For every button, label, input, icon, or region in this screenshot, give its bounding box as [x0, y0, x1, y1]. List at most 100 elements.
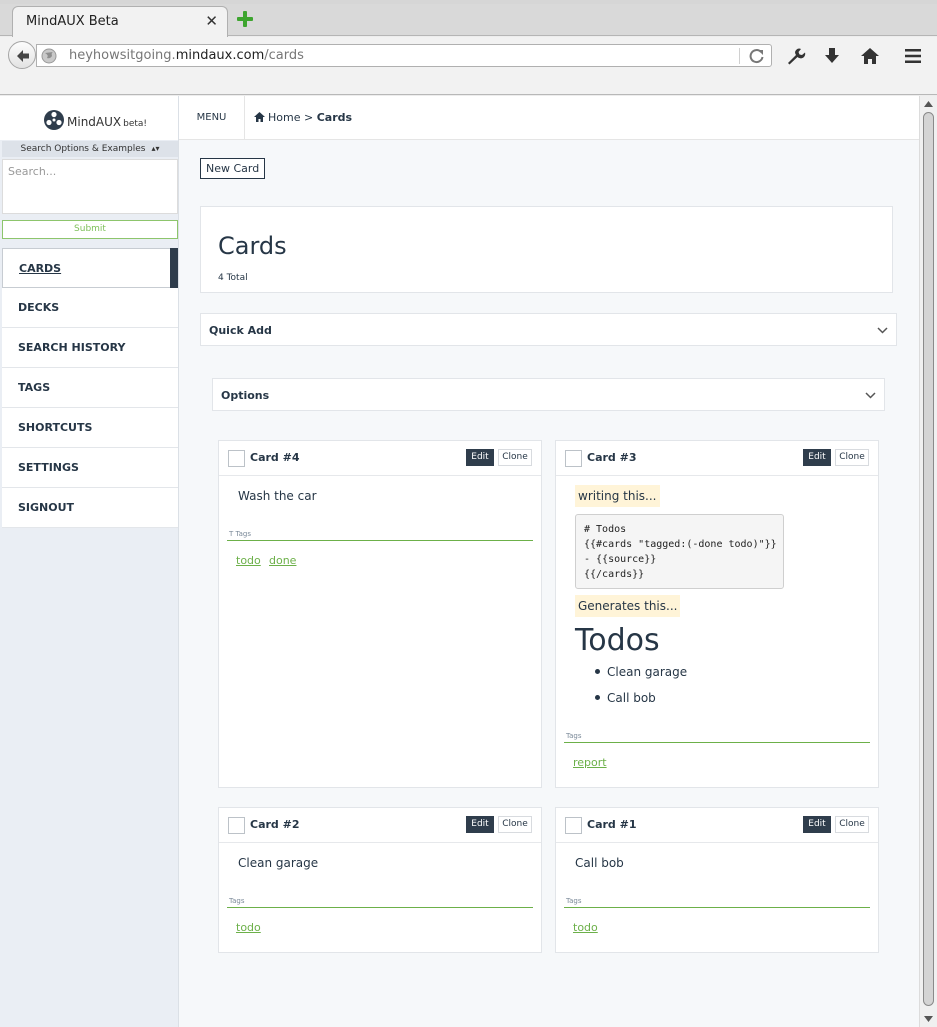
card-header: Card #1 Edit Clone — [556, 808, 878, 843]
tag-link[interactable]: done — [269, 554, 296, 567]
card: Card #4 Edit Clone Wash the car T Tags t… — [218, 440, 542, 788]
browser-tab-strip: MindAUX Beta ✕ — [0, 4, 937, 37]
page-content: MindAUX beta! Search Options & Examples ▴▾… — [0, 96, 919, 1027]
edit-button[interactable]: Edit — [803, 816, 831, 833]
tags-label: Tags — [566, 732, 582, 740]
clone-button[interactable]: Clone — [498, 816, 532, 833]
url-prefix: heyhowsitgoing. — [69, 48, 176, 63]
card-body: Clean garage — [238, 856, 319, 870]
sidebar-item-cards[interactable]: CARDS — [2, 248, 178, 288]
card: Card #3 Edit Clone writing this... # Tod… — [555, 440, 879, 788]
url-bar[interactable]: heyhowsitgoing.mindaux.com/cards — [36, 44, 772, 67]
highlight-intro: writing this... — [575, 485, 660, 507]
home-icon — [254, 112, 265, 122]
sidebar-item-signout[interactable]: SIGNOUT — [2, 488, 178, 528]
download-icon[interactable] — [821, 45, 843, 67]
card-title: Card #2 — [250, 818, 300, 831]
card-select-checkbox[interactable] — [228, 450, 245, 467]
clone-button[interactable]: Clone — [835, 449, 869, 466]
search-options-label: Search Options & Examples — [20, 144, 146, 154]
sidebar-item-settings[interactable]: SETTINGS — [2, 448, 178, 488]
new-card-button[interactable]: New Card — [200, 158, 266, 179]
submit-button[interactable]: Submit — [2, 220, 178, 239]
tag-link[interactable]: todo — [236, 554, 261, 567]
sidebar-item-decks[interactable]: DECKS — [2, 288, 178, 328]
url-text: heyhowsitgoing.mindaux.com/cards — [69, 48, 304, 63]
list-item: Clean garage — [595, 661, 687, 687]
options-panel[interactable]: Options — [212, 378, 885, 411]
edit-button[interactable]: Edit — [466, 816, 494, 833]
card-title: Card #4 — [250, 451, 300, 464]
hamburger-menu-icon[interactable] — [902, 45, 924, 67]
tag-link[interactable]: todo — [236, 921, 261, 934]
brand[interactable]: MindAUX beta! — [0, 96, 178, 140]
options-label: Options — [221, 389, 270, 402]
home-icon[interactable] — [859, 45, 881, 67]
quick-add-label: Quick Add — [209, 324, 272, 337]
brand-name: MindAUX beta! — [67, 115, 147, 129]
clone-button[interactable]: Clone — [835, 816, 869, 833]
sidebar-item-shortcuts[interactable]: SHORTCUTS — [2, 408, 178, 448]
breadcrumb-home-link[interactable]: Home — [268, 111, 300, 124]
code-block: # Todos {{#cards "tagged:(-done todo)"}}… — [575, 514, 784, 589]
quick-add-panel[interactable]: Quick Add — [200, 313, 897, 346]
edit-button[interactable]: Edit — [466, 449, 494, 466]
card: Card #1 Edit Clone Call bob Tags todo — [555, 807, 879, 953]
tag-link[interactable]: report — [573, 756, 607, 769]
card-header: Card #4 Edit Clone — [219, 441, 541, 476]
back-arrow-icon — [17, 50, 29, 62]
reload-icon[interactable] — [748, 47, 766, 65]
chevron-down-icon — [865, 392, 876, 399]
globe-icon — [41, 48, 57, 64]
edit-button[interactable]: Edit — [803, 449, 831, 466]
rendered-list: Clean garage Call bob — [595, 661, 687, 713]
brand-beta-tag: beta! — [123, 119, 148, 129]
search-input[interactable] — [2, 159, 178, 214]
tag-link[interactable]: todo — [573, 921, 598, 934]
url-host: mindaux.com — [175, 48, 265, 63]
tags-label: Tags — [566, 897, 582, 905]
tags-label: T Tags — [229, 530, 251, 538]
cards-total-count: 4 Total — [218, 273, 248, 283]
breadcrumb-separator: > — [303, 111, 314, 124]
mindaux-logo-icon — [44, 110, 64, 130]
page-scrollbar[interactable] — [919, 96, 937, 1027]
browser-tab-title: MindAUX Beta — [26, 14, 119, 29]
scrollbar-thumb[interactable] — [923, 112, 934, 1006]
tags-divider — [227, 907, 533, 908]
tags-divider — [227, 540, 533, 541]
card-select-checkbox[interactable] — [565, 817, 582, 834]
menu-button[interactable]: MENU — [179, 96, 245, 140]
card-title: Card #3 — [587, 451, 637, 464]
tags-divider — [564, 907, 870, 908]
breadcrumb-current: Cards — [316, 111, 353, 124]
card-body: Call bob — [575, 856, 624, 870]
tags-divider — [564, 742, 870, 743]
breadcrumb: Home > Cards — [254, 111, 352, 124]
close-tab-icon[interactable]: ✕ — [205, 12, 218, 30]
sort-arrows-icon: ▴▾ — [151, 144, 160, 153]
card-body: Wash the car — [238, 489, 317, 503]
card-select-checkbox[interactable] — [228, 817, 245, 834]
scroll-down-arrow-icon[interactable] — [923, 1014, 934, 1024]
sidebar: MindAUX beta! Search Options & Examples ▴▾… — [0, 96, 179, 1027]
back-button[interactable] — [8, 41, 36, 69]
url-divider — [739, 48, 740, 64]
clone-button[interactable]: Clone — [498, 449, 532, 466]
page-title: Cards — [218, 232, 287, 260]
list-item: Call bob — [595, 687, 687, 713]
new-tab-plus-icon[interactable] — [235, 9, 255, 29]
search-options-toggle[interactable]: Search Options & Examples ▴▾ — [2, 141, 178, 157]
wrench-icon[interactable] — [784, 45, 806, 67]
sidebar-item-tags[interactable]: TAGS — [2, 368, 178, 408]
card-select-checkbox[interactable] — [565, 450, 582, 467]
sidebar-nav: CARDS DECKS SEARCH HISTORY TAGS SHORTCUT… — [2, 248, 178, 528]
brand-title: MindAUX — [67, 115, 122, 129]
browser-tab[interactable]: MindAUX Beta ✕ — [12, 6, 228, 37]
cards-header-panel: Cards 4 Total — [200, 206, 893, 293]
tags-label: Tags — [229, 897, 245, 905]
card-header: Card #2 Edit Clone — [219, 808, 541, 843]
card: Card #2 Edit Clone Clean garage Tags tod… — [218, 807, 542, 953]
sidebar-item-search-history[interactable]: SEARCH HISTORY — [2, 328, 178, 368]
scroll-up-arrow-icon[interactable] — [923, 99, 934, 109]
